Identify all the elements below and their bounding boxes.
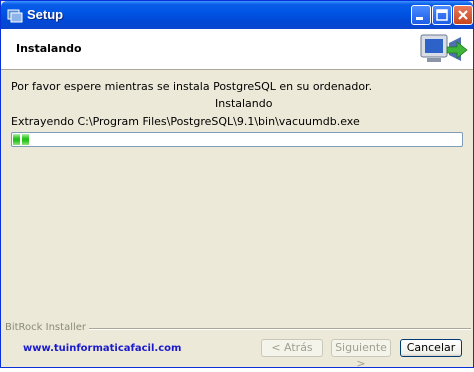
minimize-button[interactable] [411, 5, 431, 25]
install-message: Por favor espere mientras se instala Pos… [11, 80, 373, 93]
progress-bar [11, 132, 463, 147]
page-title: Instalando [16, 42, 82, 55]
minimize-icon [416, 17, 423, 20]
footer-divider [61, 328, 471, 330]
installer-brand-label: BitRock Installer [5, 322, 90, 333]
setup-app-icon [7, 9, 23, 23]
back-button[interactable]: < Atrás [261, 339, 323, 357]
cancel-button[interactable]: Cancelar [400, 339, 462, 357]
close-button[interactable] [453, 5, 473, 25]
maximize-icon [436, 9, 448, 21]
website-link[interactable]: www.tuinformaticafacil.com [23, 343, 181, 354]
maximize-button[interactable] [432, 5, 452, 25]
status-text: Instalando [215, 97, 273, 110]
progress-block [22, 134, 29, 145]
setup-window: Setup Instalando Por favor espere mientr… [0, 0, 474, 370]
installer-computer-icon [420, 34, 468, 62]
close-icon [458, 10, 468, 20]
window-title: Setup [27, 7, 64, 22]
progress-block [13, 134, 20, 145]
wizard-header: Instalando [1, 29, 473, 70]
extracting-file-text: Extrayendo C:\Program Files\PostgreSQL\9… [11, 115, 360, 128]
next-button[interactable]: Siguiente > [331, 339, 391, 370]
progress-fill [13, 134, 31, 145]
title-bar[interactable]: Setup [1, 1, 473, 29]
